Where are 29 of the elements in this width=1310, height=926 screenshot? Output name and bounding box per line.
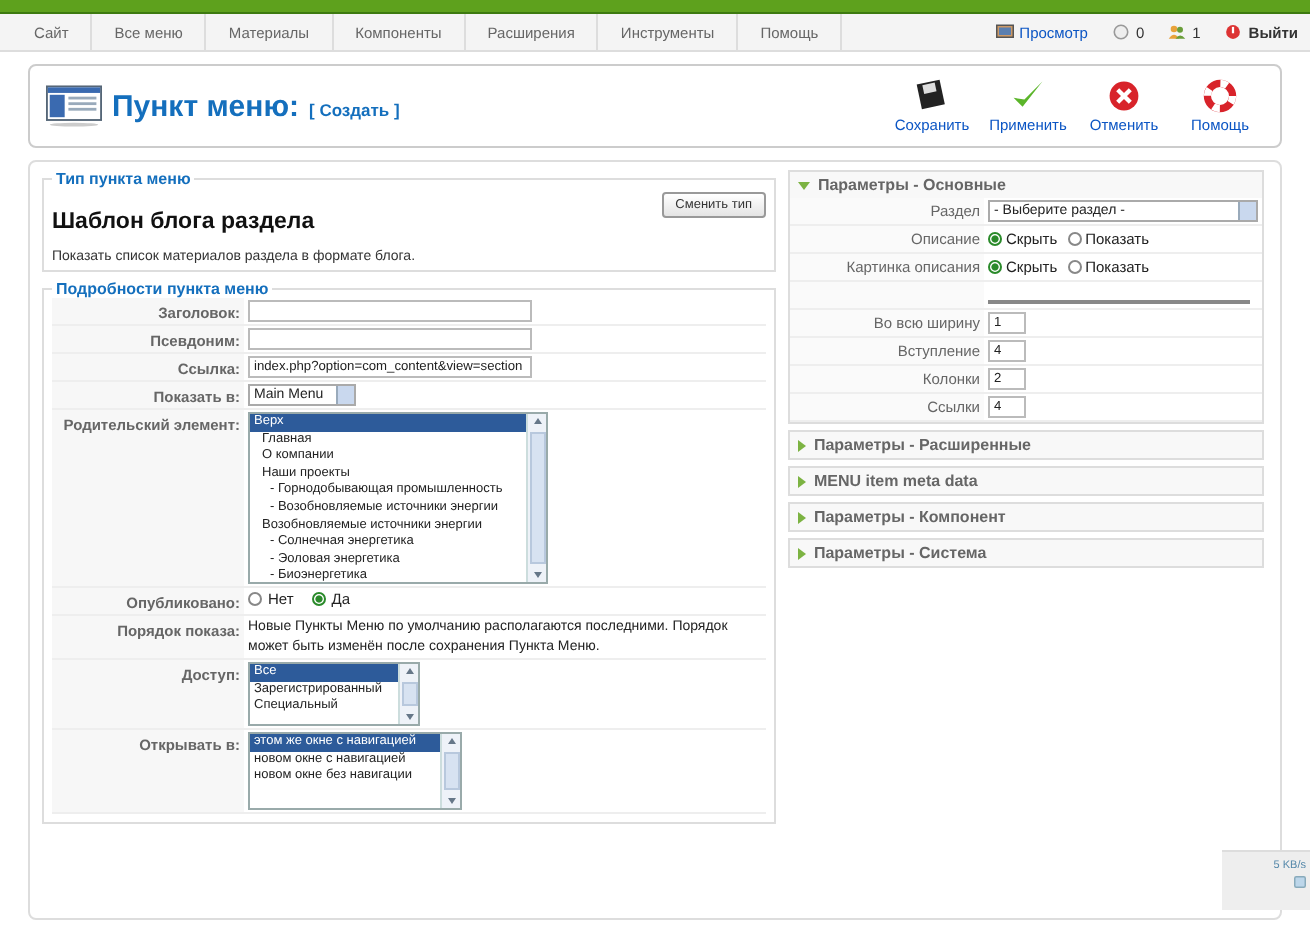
radio-button[interactable] — [988, 231, 1002, 245]
panel-header[interactable]: Параметры - Система — [789, 540, 1262, 566]
close-icon — [1106, 78, 1142, 114]
logout-icon — [1224, 24, 1243, 40]
text-field[interactable] — [248, 300, 532, 322]
section-legend: Подробности пункта меню — [52, 280, 273, 298]
users-icon — [1168, 24, 1187, 40]
panel-header[interactable]: MENU item meta data — [789, 468, 1262, 494]
panel-header[interactable]: Параметры - Компонент — [789, 504, 1262, 530]
panel-header[interactable]: Параметры - Основные — [789, 172, 1262, 198]
scrollbar[interactable] — [440, 734, 460, 808]
page-title: Пункт меню: — [112, 89, 300, 123]
radio-button[interactable] — [988, 259, 1002, 273]
page-subtitle: [ Создать ] — [309, 99, 400, 119]
message-icon — [1111, 24, 1130, 40]
scrollbar[interactable] — [398, 664, 418, 724]
network-icon — [1294, 876, 1306, 888]
menu-type-name: Шаблон блога раздела — [52, 210, 315, 234]
monitor-icon — [995, 24, 1014, 40]
scrollbar[interactable] — [526, 414, 546, 582]
section-legend: Тип пункта меню — [52, 170, 195, 188]
radio-button[interactable] — [248, 592, 262, 606]
radio-button[interactable] — [311, 592, 326, 606]
text-field[interactable] — [248, 328, 532, 350]
lifebuoy-icon — [1202, 78, 1238, 114]
radio-button[interactable] — [1067, 231, 1082, 245]
radio-button[interactable] — [1067, 259, 1082, 273]
menu-window-icon — [46, 84, 102, 128]
panel-header[interactable]: Параметры - Расширенные — [789, 432, 1262, 458]
